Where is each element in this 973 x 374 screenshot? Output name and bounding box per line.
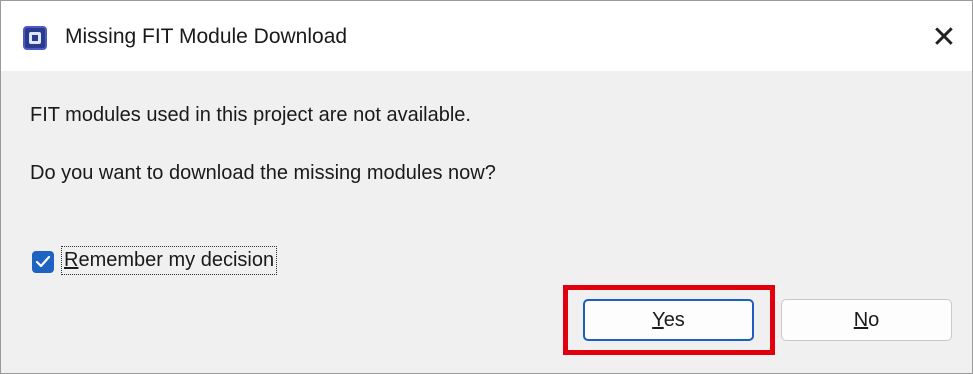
dialog-content: FIT modules used in this project are not… [1,71,972,373]
close-icon: ✕ [931,21,957,54]
yes-mnemonic: Y [652,309,664,331]
remember-label-text: emember my decision [78,249,275,271]
no-label: o [868,309,880,331]
yes-button[interactable]: Yes [583,299,754,341]
remember-checkbox-label[interactable]: Remember my decision [61,246,278,275]
message-line-1: FIT modules used in this project are not… [30,104,471,126]
remember-checkbox[interactable] [32,251,54,273]
message-line-2: Do you want to download the missing modu… [30,162,496,184]
remember-mnemonic: R [64,249,79,271]
close-button[interactable]: ✕ [921,15,967,61]
title-bar: Missing FIT Module Download ✕ [1,1,972,71]
app-chip-icon [23,26,47,50]
yes-label: es [663,309,685,331]
no-button[interactable]: No [781,299,952,341]
checkmark-icon [35,255,51,268]
dialog-title: Missing FIT Module Download [65,25,348,48]
dialog-window: Missing FIT Module Download ✕ FIT module… [0,0,973,374]
no-mnemonic: N [853,309,869,331]
